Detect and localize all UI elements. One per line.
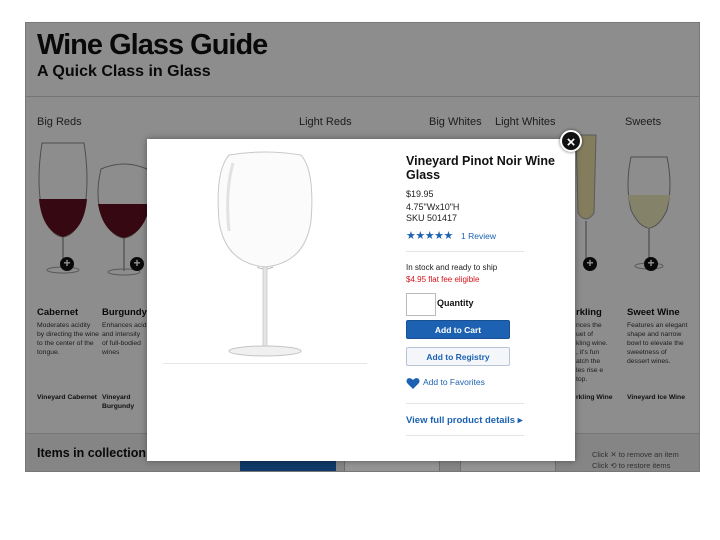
quantity-input[interactable] [406, 293, 436, 316]
product-sku: SKU 501417 [406, 213, 458, 223]
product-dimensions: 4.75"Wx10"H [406, 202, 460, 212]
add-to-favorites-link[interactable]: Add to Favorites [423, 377, 485, 387]
rating-stars-icon: ★★★★★ [406, 230, 453, 242]
divider [406, 251, 524, 252]
product-quick-view-modal: Vineyard Pinot Noir Wine Glass $19.95 4.… [147, 139, 575, 461]
close-icon[interactable]: × [560, 130, 582, 152]
quantity-label: Quantity [437, 298, 474, 308]
view-product-details-link[interactable]: View full product details ▸ [406, 415, 523, 426]
product-image [217, 151, 313, 357]
image-divider [163, 363, 367, 364]
product-name: Vineyard Pinot Noir Wine Glass [406, 154, 555, 182]
product-price: $19.95 [406, 189, 434, 199]
add-to-cart-button[interactable]: Add to Cart [406, 320, 510, 339]
heart-icon[interactable] [406, 377, 420, 390]
shipping-fee: $4.95 flat fee eligible [406, 275, 480, 284]
divider [406, 435, 524, 436]
divider [406, 403, 524, 404]
add-to-registry-button[interactable]: Add to Registry [406, 347, 510, 366]
reviews-link[interactable]: 1 Review [461, 231, 496, 241]
stock-status: In stock and ready to ship [406, 263, 498, 272]
